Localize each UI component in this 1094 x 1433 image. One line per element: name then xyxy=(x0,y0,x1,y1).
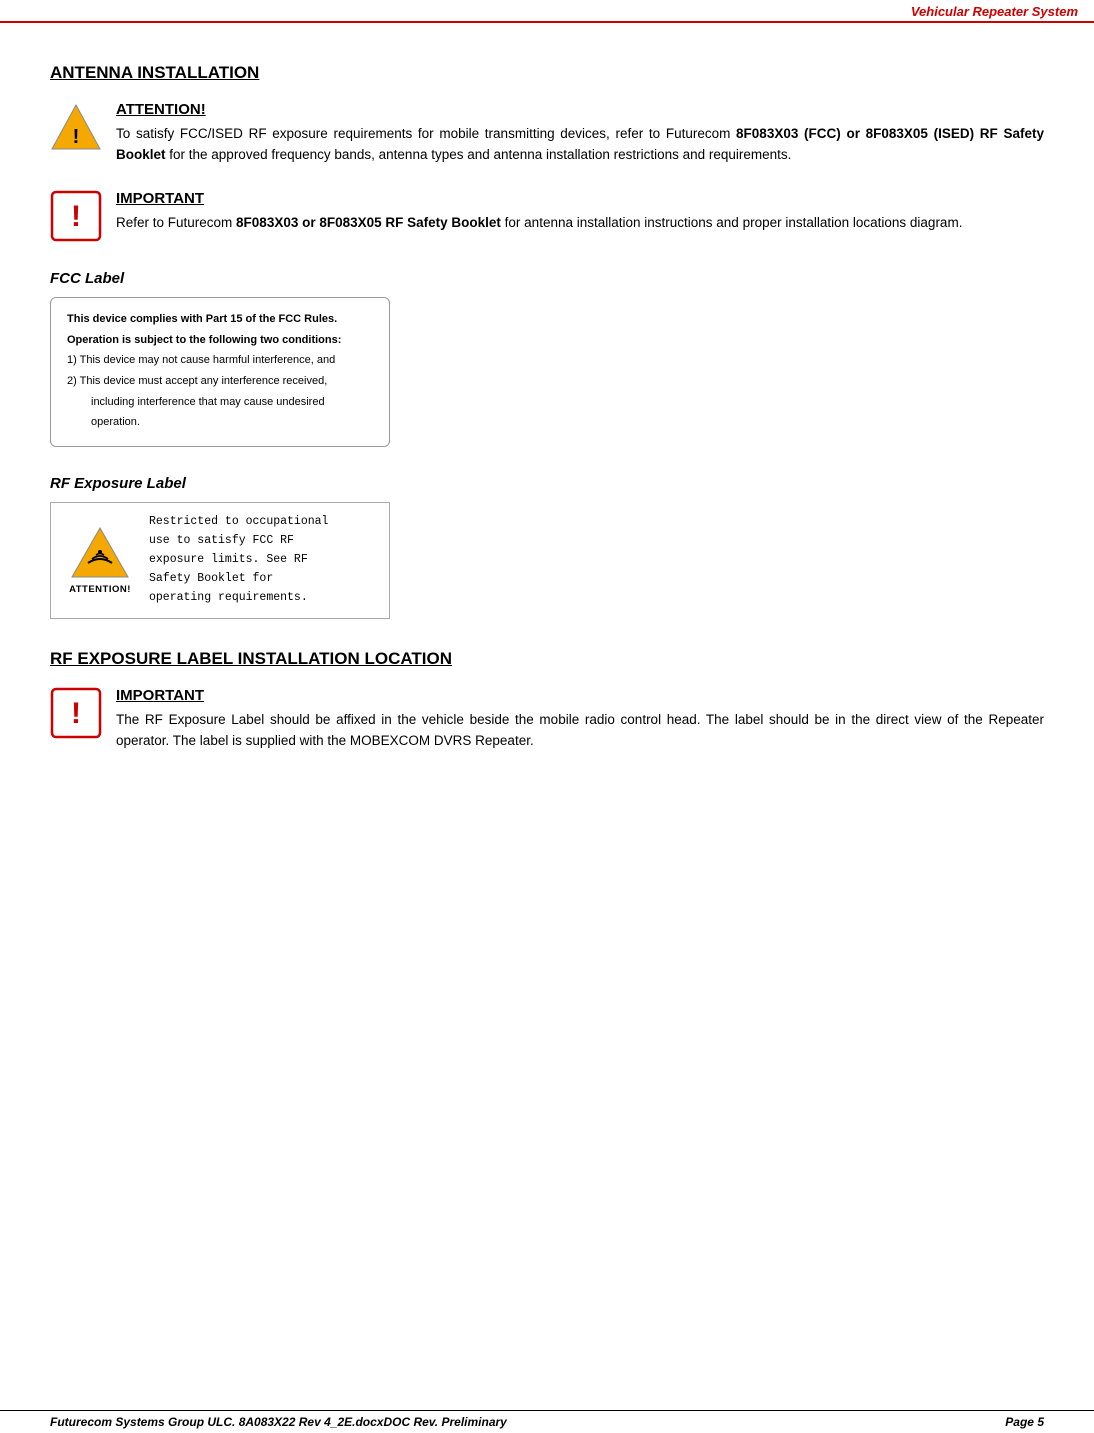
svg-text:!: ! xyxy=(71,200,81,233)
attention-content: ATTENTION! To satisfy FCC/ISED RF exposu… xyxy=(116,101,1044,166)
rf-exposure-location-heading: RF EXPOSURE LABEL INSTALLATION LOCATION xyxy=(50,649,1044,669)
attention-text: To satisfy FCC/ISED RF exposure requirem… xyxy=(116,124,1044,166)
fcc-line-2: Operation is subject to the following tw… xyxy=(67,331,373,350)
attention-notice: ! ATTENTION! To satisfy FCC/ISED RF expo… xyxy=(50,101,1044,166)
rf-important-label: IMPORTANT xyxy=(116,687,1044,704)
important-icon: ! xyxy=(50,190,102,242)
svg-text:!: ! xyxy=(73,126,80,148)
header-title: Vehicular Repeater System xyxy=(911,4,1078,19)
important-text-after: for antenna installation instructions an… xyxy=(501,215,963,230)
important-text-bold: 8F083X03 or 8F083X05 RF Safety Booklet xyxy=(236,215,501,230)
important-content: IMPORTANT Refer to Futurecom 8F083X03 or… xyxy=(116,190,1044,234)
important-notice: ! IMPORTANT Refer to Futurecom 8F083X03 … xyxy=(50,190,1044,242)
important-text-before: Refer to Futurecom xyxy=(116,215,236,230)
fcc-line-3: 1) This device may not cause harmful int… xyxy=(67,351,373,370)
important-text: Refer to Futurecom 8F083X03 or 8F083X05 … xyxy=(116,213,1044,234)
footer-bar: Futurecom Systems Group ULC. 8A083X22 Re… xyxy=(0,1410,1094,1433)
svg-text:!: ! xyxy=(71,697,81,730)
fcc-line-6: operation. xyxy=(67,413,373,432)
fcc-line-4: 2) This device must accept any interfere… xyxy=(67,372,373,391)
footer-right: Page 5 xyxy=(1005,1415,1044,1429)
fcc-label-box: This device complies with Part 15 of the… xyxy=(50,297,390,447)
attention-text-before: To satisfy FCC/ISED RF exposure requirem… xyxy=(116,126,736,141)
fcc-label-heading: FCC Label xyxy=(50,270,1044,287)
fcc-line-1: This device complies with Part 15 of the… xyxy=(67,310,373,329)
antenna-installation-heading: ANTENNA INSTALLATION xyxy=(50,63,1044,83)
rf-exposure-important-content: IMPORTANT The RF Exposure Label should b… xyxy=(116,687,1044,752)
rf-exposure-important-notice: ! IMPORTANT The RF Exposure Label should… xyxy=(50,687,1044,752)
footer-left: Futurecom Systems Group ULC. 8A083X22 Re… xyxy=(50,1415,507,1429)
rf-label-text-content: Restricted to occupational use to satisf… xyxy=(149,513,328,608)
rf-attention-triangle-icon xyxy=(70,525,130,580)
rf-important-text: The RF Exposure Label should be affixed … xyxy=(116,710,1044,752)
attention-label: ATTENTION! xyxy=(116,101,1044,118)
rf-exposure-label-heading: RF Exposure Label xyxy=(50,475,1044,492)
rf-exposure-label-box: ATTENTION! Restricted to occupational us… xyxy=(50,502,390,619)
rf-attention-text: ATTENTION! xyxy=(69,584,131,595)
important-label: IMPORTANT xyxy=(116,190,1044,207)
attention-text-after: for the approved frequency bands, antenn… xyxy=(166,147,792,162)
rf-important-icon: ! xyxy=(50,687,102,739)
header-bar: Vehicular Repeater System xyxy=(0,0,1094,23)
fcc-line-5: including interference that may cause un… xyxy=(67,393,373,412)
rf-label-icon-container: ATTENTION! xyxy=(65,525,135,595)
main-content: ANTENNA INSTALLATION ! ATTENTION! To sat… xyxy=(0,23,1094,830)
attention-warning-icon: ! xyxy=(50,101,102,153)
